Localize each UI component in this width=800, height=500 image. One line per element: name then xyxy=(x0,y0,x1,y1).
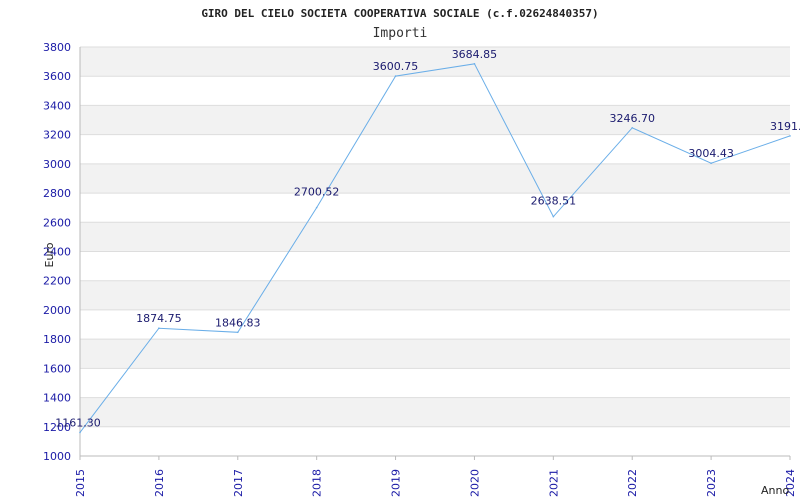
data-point xyxy=(79,431,81,434)
y-tick-label: 2600 xyxy=(43,216,71,229)
data-label: 1846.83 xyxy=(215,316,261,329)
grid-band xyxy=(80,339,790,369)
data-point xyxy=(789,135,791,137)
y-tick-label: 3400 xyxy=(43,99,71,112)
y-tick-label: 2200 xyxy=(43,275,71,288)
grid-bands xyxy=(80,47,790,427)
y-tick-label: 1000 xyxy=(43,450,71,463)
y-tick-label: 3200 xyxy=(43,129,71,142)
data-point xyxy=(394,75,397,77)
data-point xyxy=(631,127,634,129)
data-point xyxy=(473,63,476,65)
y-tick-label: 1600 xyxy=(43,362,71,375)
data-point xyxy=(710,162,712,165)
x-tick-label: 2021 xyxy=(547,469,560,497)
data-label: 3684.85 xyxy=(452,48,498,61)
data-point xyxy=(158,327,160,330)
y-tick-label: 3600 xyxy=(43,70,71,83)
chart-container: 1000 1200 1400 1600 1800 2000 2200 2400 2600 2800… xyxy=(0,0,800,500)
data-point xyxy=(236,331,239,334)
data-label: 3600.75 xyxy=(373,60,419,73)
data-label: 1874.75 xyxy=(136,312,182,325)
y-tick-label: 3000 xyxy=(43,158,71,171)
data-label: 2638.51 xyxy=(531,195,577,208)
data-point xyxy=(552,215,555,218)
grid-band xyxy=(80,222,790,252)
data-point xyxy=(315,206,318,209)
grid-band xyxy=(80,280,790,310)
grid-band xyxy=(80,105,790,135)
chart-subtitle: Importi xyxy=(373,26,428,41)
y-tick-label: 2800 xyxy=(43,187,71,200)
x-tick-labels: 2015 2016 2017 2018 2019 2020 2021 2022 2023 2024 xyxy=(74,469,797,497)
x-tick-label: 2020 xyxy=(468,469,481,497)
grid-band xyxy=(80,47,790,77)
x-tick-label: 2019 xyxy=(390,469,403,497)
x-tick-label: 2017 xyxy=(232,469,245,497)
y-axis-label: Euro xyxy=(43,242,56,267)
data-label: 1161.30 xyxy=(55,416,101,429)
data-label: 3004.43 xyxy=(688,147,734,160)
data-label: 3191.40 xyxy=(770,120,800,133)
x-axis-label: Anno xyxy=(761,484,789,497)
data-label: 3246.70 xyxy=(609,112,655,125)
x-tick-label: 2018 xyxy=(311,469,324,497)
y-tick-label: 1800 xyxy=(43,333,71,346)
y-tick-label: 2000 xyxy=(43,304,71,317)
line-chart: 1000120014001600180020002200240026002800… xyxy=(43,7,800,497)
y-tick-label: 3800 xyxy=(43,41,71,54)
x-tick-label: 2022 xyxy=(626,469,639,497)
y-tick-label: 1400 xyxy=(43,392,71,405)
x-tick-label: 2023 xyxy=(705,469,718,497)
chart-title: GIRO DEL CIELO SOCIETA COOPERATIVA SOCIA… xyxy=(201,7,598,20)
data-label: 2700.52 xyxy=(294,186,340,199)
x-tick-label: 2015 xyxy=(74,469,87,497)
x-tick-label: 2016 xyxy=(153,469,166,497)
grid-band xyxy=(80,163,790,194)
grid-band xyxy=(80,397,790,427)
